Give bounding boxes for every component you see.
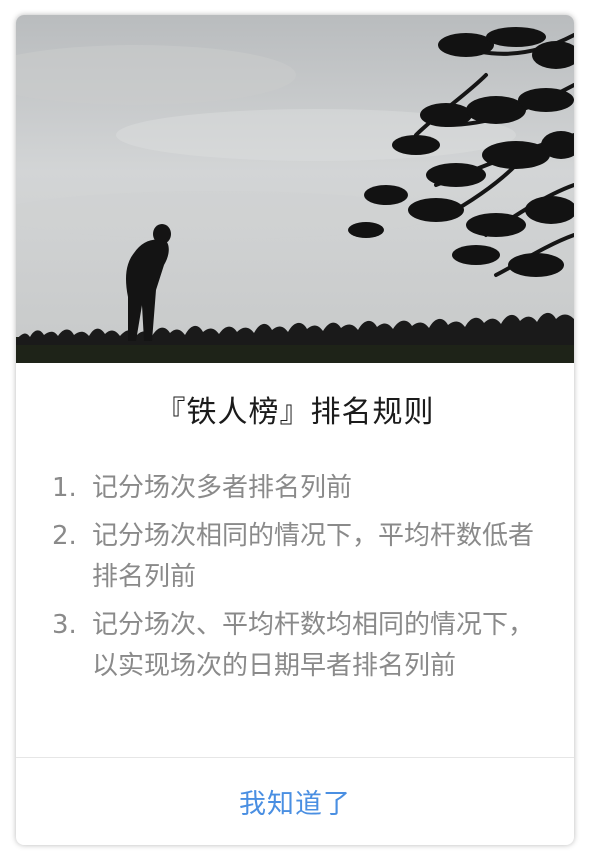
rule-text: 记分场次、平均杆数均相同的情况下，以实现场次的日期早者排名列前 [92,610,535,681]
dialog-title: 『铁人榜』排名规则 [155,395,435,430]
rules-dialog: 『铁人榜』排名规则 1. 记分场次多者排名列前 2. 记分场次相同的情况下，平均… [16,15,574,845]
rule-number: 1. [52,473,77,503]
rules-list: 1. 记分场次多者排名列前 2. 记分场次相同的情况下，平均杆数低者排名列前 3… [52,468,552,694]
confirm-button[interactable]: 我知道了 [16,758,574,845]
rule-item: 1. 记分场次多者排名列前 [52,468,552,509]
rule-item: 2. 记分场次相同的情况下，平均杆数低者排名列前 [52,516,552,598]
rule-text: 记分场次多者排名列前 [92,473,353,503]
rule-text: 记分场次相同的情况下，平均杆数低者排名列前 [92,521,535,592]
golf-hero-image [16,15,574,363]
rule-number: 3. [52,610,77,640]
rule-item: 3. 记分场次、平均杆数均相同的情况下，以实现场次的日期早者排名列前 [52,605,552,687]
rule-number: 2. [52,521,77,551]
